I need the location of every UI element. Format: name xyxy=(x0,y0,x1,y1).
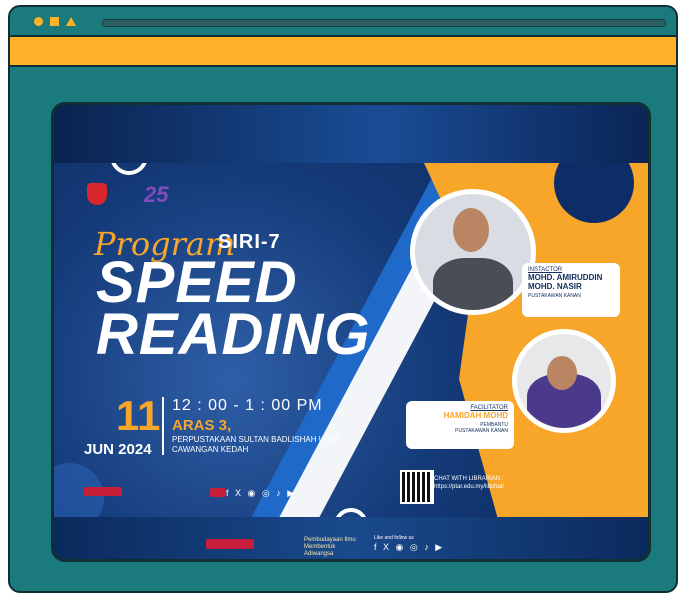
triangle-control-icon[interactable] xyxy=(66,17,76,26)
facilitator-label: FACILITATOR HAMIDAH MOHD PEMBANTU PUSTAK… xyxy=(406,401,514,449)
poster-top-band xyxy=(54,105,648,163)
title-bar xyxy=(10,7,676,37)
square-control-icon[interactable] xyxy=(50,17,59,26)
instructor-position: PUSTAKAWAN KANAN xyxy=(528,293,581,299)
face-shape xyxy=(453,208,489,252)
facilitator-photo xyxy=(512,329,616,433)
event-venue: ARAS 3, xyxy=(172,417,232,434)
social-icons[interactable]: f X ◉ ◎ ♪ ▶ xyxy=(226,488,296,499)
footer-follow-label: Like and follow us xyxy=(374,535,414,541)
chat-info: CHAT WITH LIBRARIAN : https://ptar.edu.m… xyxy=(434,475,504,491)
date-divider xyxy=(162,397,164,455)
chat-link[interactable]: https://ptar.edu.my/libchat/ xyxy=(434,483,504,491)
brand-badge xyxy=(84,487,122,496)
event-month-year: JUN 2024 xyxy=(84,441,152,458)
footer-tagline: Pembudayaan Ilmu Membentuk Adiwangsa xyxy=(304,537,356,557)
instructor-photo xyxy=(410,189,536,315)
event-day: 11 xyxy=(116,392,161,439)
instructor-name-1: MOHD. AMIRUDDIN xyxy=(528,273,603,282)
anniversary-logo: 25 xyxy=(144,182,169,207)
browser-window: 25 Program SIRI-7 SPEED READING 11 JUN 2… xyxy=(8,5,678,593)
decor-ring xyxy=(110,163,148,175)
instructor-name-2: MOHD. NASIR xyxy=(528,282,582,291)
event-time: 12 : 00 - 1 : 00 PM xyxy=(172,397,323,414)
facilitator-name: HAMIDAH MOHD xyxy=(443,411,508,420)
face-shape xyxy=(547,356,577,390)
chat-label: CHAT WITH LIBRARIAN : xyxy=(434,476,504,482)
instructor-label: INSTACTOR MOHD. AMIRUDDIN MOHD. NASIR PU… xyxy=(522,263,620,317)
toolbar xyxy=(10,37,676,67)
event-poster: 25 Program SIRI-7 SPEED READING 11 JUN 2… xyxy=(51,102,651,562)
event-venue-detail: PERPUSTAKAAN SULTAN BADLISHAH UITM CAWAN… xyxy=(172,435,339,454)
jacket-shape xyxy=(433,258,513,310)
qr-code[interactable] xyxy=(400,470,434,504)
title-line-2: READING xyxy=(96,302,371,367)
brand-badge xyxy=(210,488,226,497)
footer-social-icons[interactable]: f X ◉ ◎ ♪ ▶ xyxy=(374,542,444,553)
footer-brand-badge xyxy=(206,539,254,549)
circle-control-icon[interactable] xyxy=(34,17,43,26)
university-crest-icon xyxy=(87,183,107,205)
address-bar[interactable] xyxy=(102,19,666,27)
facilitator-position-2: PUSTAKAWAN KANAN xyxy=(455,428,508,434)
